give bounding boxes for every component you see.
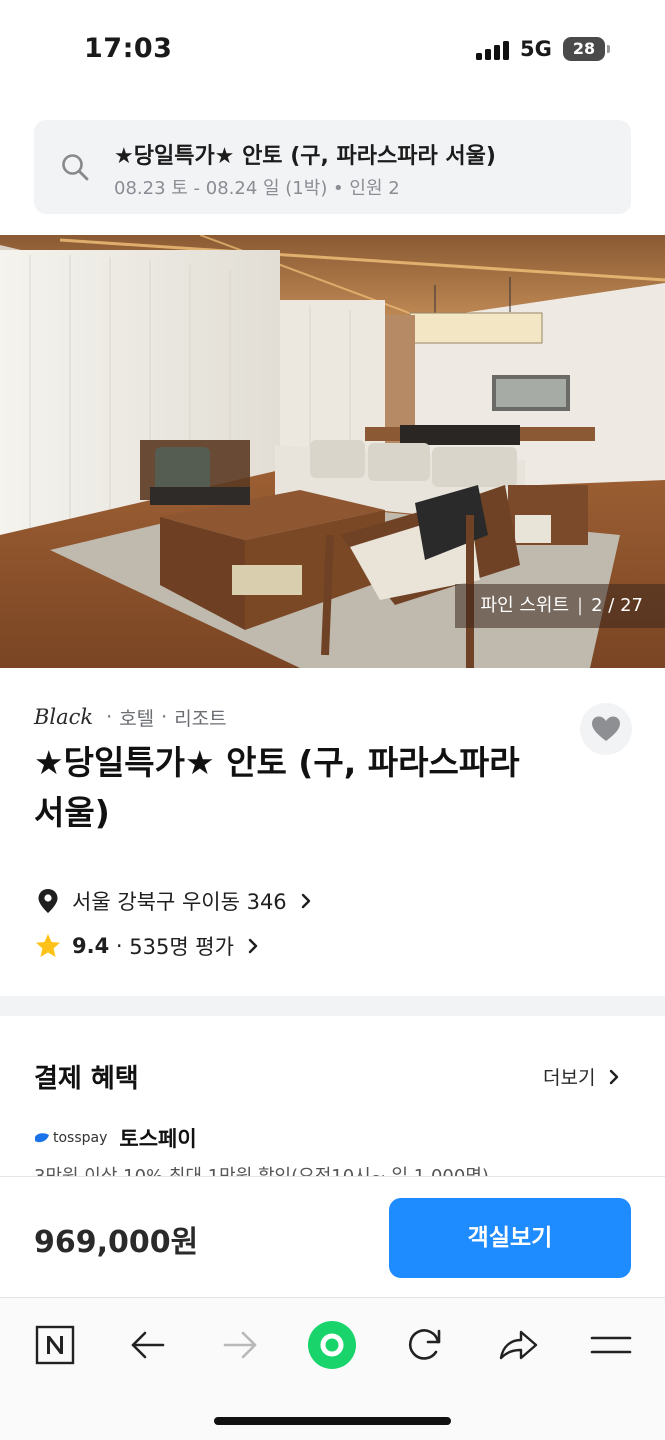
status-time: 17:03	[84, 33, 173, 64]
reload-icon	[408, 1329, 441, 1360]
share-button[interactable]	[493, 1320, 543, 1370]
tosspay-logo: tosspay	[34, 1130, 107, 1146]
search-icon	[62, 154, 89, 181]
star-icon	[36, 934, 60, 957]
favorite-button[interactable]	[580, 703, 632, 755]
home-indicator	[214, 1417, 451, 1425]
heart-icon	[592, 716, 620, 741]
view-rooms-button[interactable]: 객실보기	[389, 1198, 631, 1278]
naver-icon	[35, 1325, 75, 1365]
share-icon	[499, 1330, 538, 1360]
menu-button[interactable]	[586, 1320, 636, 1370]
brand-category-row: Black · 호텔 · 리조트	[34, 705, 227, 730]
search-box[interactable]: ★당일특가★ 안토 (구, 파라스파라 서울) 08.23 토 - 08.24 …	[34, 120, 631, 214]
chevron-right-icon	[610, 1069, 619, 1084]
price: 969,000원	[34, 1225, 199, 1260]
room-name: 파인 스위트	[480, 595, 570, 616]
battery-tip	[607, 45, 610, 53]
section-divider	[0, 996, 665, 1016]
green-dot-button[interactable]	[307, 1320, 357, 1370]
photo-index: 2	[591, 595, 603, 616]
chevron-right-icon	[301, 893, 310, 909]
battery-icon: 28	[563, 37, 605, 61]
booking-bar: 969,000원 객실보기	[0, 1176, 665, 1296]
review-count: 535명 평가	[129, 935, 234, 959]
green-dot-icon	[308, 1321, 356, 1369]
photo-caption: 파인 스위트 | 2 / 27	[454, 584, 665, 628]
benefits-more-link[interactable]: 더보기	[543, 1063, 621, 1090]
category-hotel: 호텔	[119, 707, 155, 730]
photo-total: 27	[620, 595, 643, 616]
back-arrow-icon	[131, 1331, 165, 1359]
reload-button[interactable]	[400, 1320, 450, 1370]
hotel-title: ★당일특가★ 안토 (구, 파라스파라 서울)	[34, 743, 520, 832]
status-bar: 17:03 5G 28	[0, 0, 665, 100]
benefits-heading: 결제 혜택	[34, 1064, 139, 1094]
chevron-right-icon	[248, 938, 258, 954]
more-label: 더보기	[543, 1067, 596, 1089]
hero-photo[interactable]: 파인 스위트 | 2 / 27	[0, 235, 665, 668]
search-title: ★당일특가★ 안토 (구, 파라스파라 서울)	[114, 144, 496, 169]
menu-icon	[590, 1336, 632, 1354]
location-pin-icon	[38, 889, 58, 913]
rating-score: 9.4	[72, 934, 110, 958]
rating-link[interactable]: 9.4 · 535명 평가	[34, 929, 260, 963]
back-button[interactable]	[123, 1320, 173, 1370]
provider-name: 토스페이	[119, 1127, 197, 1151]
toss-drop-icon	[35, 1133, 49, 1143]
signal-icon	[476, 40, 512, 60]
search-dates-guests: 08.23 토 - 08.24 일 (1박) • 인원 2	[114, 178, 400, 199]
network-label: 5G	[520, 37, 552, 61]
category-resort: 리조트	[174, 707, 227, 730]
forward-button[interactable]	[215, 1320, 265, 1370]
address-link[interactable]: 서울 강북구 우이동 346	[34, 884, 313, 918]
address-text: 서울 강북구 우이동 346	[72, 890, 287, 914]
naver-home-button[interactable]	[30, 1320, 80, 1370]
tosspay-benefit: tosspay 토스페이	[34, 1122, 197, 1154]
forward-arrow-icon	[223, 1331, 257, 1359]
brand-logo: Black	[34, 705, 94, 729]
